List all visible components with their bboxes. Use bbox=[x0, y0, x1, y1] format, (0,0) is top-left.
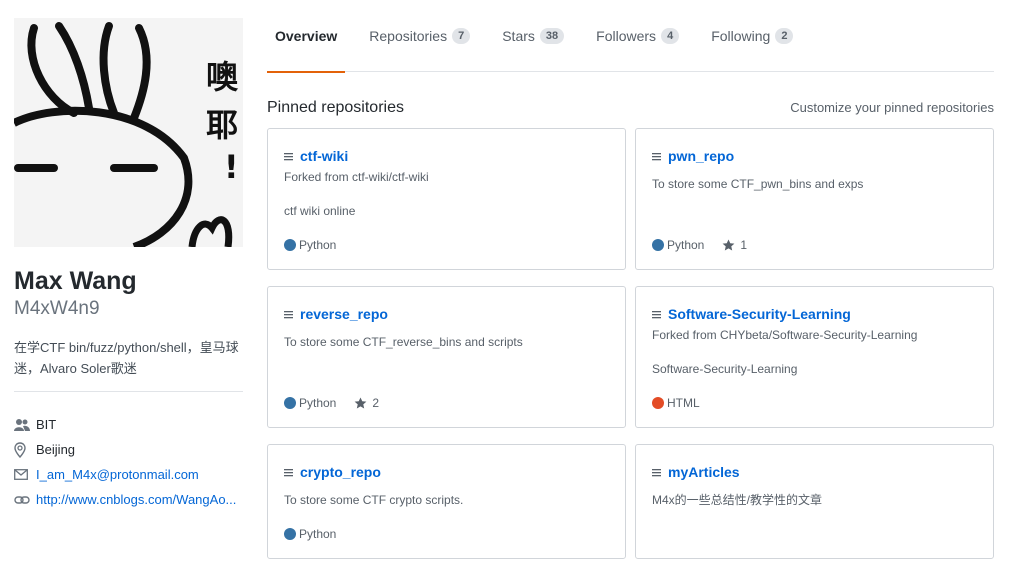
repo-icon bbox=[284, 468, 300, 477]
avatar-rabbit-drawing: 噢 耶 ! bbox=[14, 18, 243, 247]
repo-forked-from: Forked from CHYbeta/Software-Security-Le… bbox=[652, 328, 918, 342]
repo-description: Software-Security-Learning bbox=[652, 362, 798, 376]
customize-pinned-link[interactable]: Customize your pinned repositories bbox=[790, 100, 994, 115]
repo-name-link[interactable]: reverse_repo bbox=[300, 306, 388, 322]
pinned-repo-card: myArticles M4x的一些总结性/教学性的文章 bbox=[635, 444, 994, 559]
repo-name-link[interactable]: Software-Security-Learning bbox=[668, 306, 851, 322]
profile-location: Beijing bbox=[14, 437, 243, 462]
svg-text:!: ! bbox=[224, 148, 239, 186]
repo-description: To store some CTF_pwn_bins and exps bbox=[652, 177, 864, 191]
repo-name-link[interactable]: pwn_repo bbox=[668, 148, 734, 164]
repo-description: To store some CTF_reverse_bins and scrip… bbox=[284, 335, 523, 349]
svg-text:噢: 噢 bbox=[206, 58, 239, 96]
tab-stars-label: Stars bbox=[502, 28, 535, 44]
repo-icon bbox=[652, 468, 668, 477]
profile-organization: BIT bbox=[14, 412, 243, 437]
repo-name-link[interactable]: ctf-wiki bbox=[300, 148, 348, 164]
pinned-repo-card: reverse_repo To store some CTF_reverse_b… bbox=[267, 286, 626, 428]
repo-meta: Python bbox=[284, 527, 336, 541]
repo-meta: Python bbox=[284, 238, 336, 252]
repo-icon bbox=[284, 152, 300, 161]
language-color-dot bbox=[284, 528, 296, 540]
profile-username: M4xW4n9 bbox=[14, 298, 100, 319]
repo-language: Python bbox=[299, 396, 337, 410]
repo-description: To store some CTF crypto scripts. bbox=[284, 493, 464, 507]
repo-stars-link[interactable]: 1 bbox=[722, 238, 747, 252]
organization-label: BIT bbox=[36, 417, 57, 432]
repo-language: Python bbox=[299, 527, 337, 541]
tab-repositories[interactable]: Repositories 7 bbox=[361, 0, 478, 72]
tab-following[interactable]: Following 2 bbox=[703, 0, 801, 72]
tab-followers-label: Followers bbox=[596, 28, 657, 44]
link-icon bbox=[14, 495, 36, 505]
repo-stars-count: 2 bbox=[372, 396, 380, 410]
pinned-repo-card: pwn_repo To store some CTF_pwn_bins and … bbox=[635, 128, 994, 270]
repo-meta: Python 1 bbox=[652, 238, 747, 252]
profile-website: http://www.cnblogs.com/WangAo... bbox=[14, 487, 243, 512]
language-color-dot bbox=[284, 397, 296, 409]
following-count-badge: 2 bbox=[775, 28, 794, 44]
repo-meta: HTML bbox=[652, 396, 700, 410]
tab-stars[interactable]: Stars 38 bbox=[494, 0, 572, 72]
repositories-count-badge: 7 bbox=[452, 28, 471, 44]
repo-language: Python bbox=[667, 238, 705, 252]
repo-stars-count: 1 bbox=[740, 238, 748, 252]
website-link[interactable]: http://www.cnblogs.com/WangAo... bbox=[36, 492, 236, 507]
pinned-title: Pinned repositories bbox=[267, 99, 404, 116]
repo-stars-link[interactable]: 2 bbox=[354, 396, 379, 410]
profile-details: BIT Beijing I_am_M4x@protonmail.com http… bbox=[14, 412, 243, 512]
tab-overview[interactable]: Overview bbox=[267, 0, 346, 73]
star-icon bbox=[354, 397, 367, 409]
language-color-dot bbox=[652, 239, 664, 251]
tab-followers[interactable]: Followers 4 bbox=[588, 0, 687, 72]
repo-icon bbox=[652, 310, 668, 319]
tab-following-label: Following bbox=[711, 28, 771, 44]
pinned-repo-card: crypto_repo To store some CTF crypto scr… bbox=[267, 444, 626, 559]
repo-meta: Python 2 bbox=[284, 396, 379, 410]
repo-name-link[interactable]: myArticles bbox=[668, 464, 740, 480]
profile-tabs: Overview Repositories 7 Stars 38 Followe… bbox=[267, 0, 994, 73]
svg-text:耶: 耶 bbox=[206, 106, 238, 144]
repo-description: M4x的一些总结性/教学性的文章 bbox=[652, 493, 823, 507]
profile-email: I_am_M4x@protonmail.com bbox=[14, 462, 243, 487]
email-link[interactable]: I_am_M4x@protonmail.com bbox=[36, 467, 199, 482]
star-icon bbox=[722, 239, 735, 251]
location-label: Beijing bbox=[36, 442, 76, 457]
repo-description: ctf wiki online bbox=[284, 204, 356, 218]
repo-icon bbox=[652, 152, 668, 161]
repo-language: Python bbox=[299, 238, 337, 252]
tab-repositories-label: Repositories bbox=[369, 28, 448, 44]
followers-count-badge: 4 bbox=[661, 28, 680, 44]
stars-count-badge: 38 bbox=[539, 28, 565, 44]
people-icon bbox=[14, 418, 36, 432]
pinned-header: Pinned repositories Customize your pinne… bbox=[267, 99, 994, 117]
repo-name-link[interactable]: crypto_repo bbox=[300, 464, 381, 480]
language-color-dot bbox=[652, 397, 664, 409]
language-color-dot bbox=[284, 239, 296, 251]
profile-sidebar: 噢 耶 ! Max Wang M4xW4n9 在学CTF bin/fuzz/py… bbox=[14, 18, 243, 512]
repo-forked-from: Forked from ctf-wiki/ctf-wiki bbox=[284, 170, 429, 184]
profile-fullname: Max Wang bbox=[14, 267, 137, 295]
profile-bio: 在学CTF bin/fuzz/python/shell，皇马球迷，Alvaro … bbox=[14, 337, 243, 392]
repo-icon bbox=[284, 310, 300, 319]
tab-overview-label: Overview bbox=[275, 28, 338, 44]
pinned-repo-card: Software-Security-Learning Forked from C… bbox=[635, 286, 994, 428]
mail-icon bbox=[14, 469, 36, 480]
repo-language: HTML bbox=[667, 396, 700, 410]
location-pin-icon bbox=[14, 441, 36, 458]
avatar[interactable]: 噢 耶 ! bbox=[14, 18, 243, 247]
pinned-repo-card: ctf-wiki Forked from ctf-wiki/ctf-wiki c… bbox=[267, 128, 626, 270]
